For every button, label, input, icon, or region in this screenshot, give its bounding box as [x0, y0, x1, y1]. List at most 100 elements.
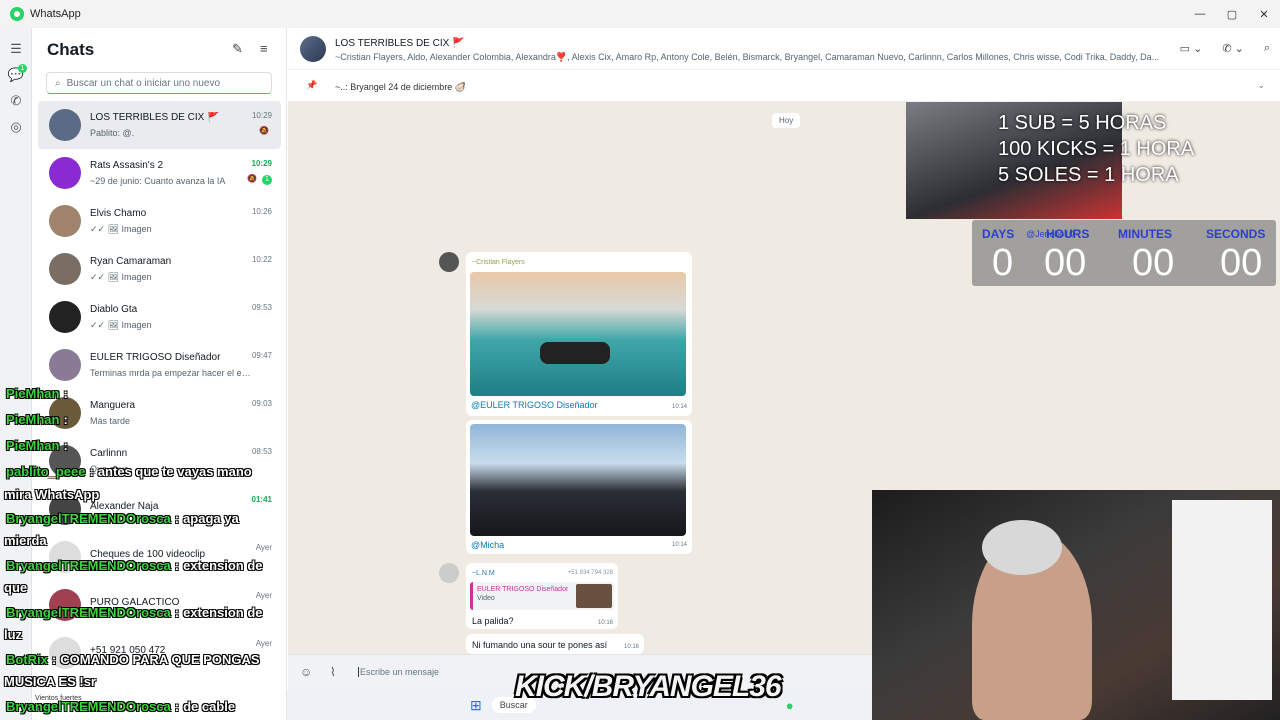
- chat-time: 10:26: [251, 207, 272, 216]
- chat-list-item[interactable]: EULER TRIGOSO Diseñador Terminas mrda pa …: [38, 341, 281, 389]
- message-image-jetski[interactable]: [470, 272, 686, 396]
- stream-chat-line: PieMhan:: [6, 438, 72, 453]
- stream-chat-user: BryangelTREMENDOrosca: [6, 511, 171, 526]
- pinned-message-bar[interactable]: 📌 ~..: Bryangel 24 de diciembre 🦪 ⌄: [288, 70, 1280, 102]
- chat-time: Ayer: [255, 639, 272, 648]
- start-icon[interactable]: ⊞: [470, 697, 482, 714]
- chat-list-item[interactable]: Elvis Chamo ✓✓ 🖼 Imagen 10:26: [38, 197, 281, 245]
- status-icon[interactable]: ◎: [0, 114, 32, 140]
- chat-avatar: [49, 205, 81, 237]
- stream-chat-user: BryangelTREMENDOrosca: [6, 558, 171, 573]
- chat-list-item[interactable]: Rats Assasin's 2 ~29 de junio: Cuanto ava…: [38, 149, 281, 197]
- stream-chat-separator: :: [63, 412, 68, 427]
- emoji-icon[interactable]: ☺: [300, 665, 312, 679]
- whatsapp-taskbar-icon[interactable]: ●: [786, 698, 794, 713]
- stream-chat-message: apaga ya: [183, 511, 239, 526]
- stream-chat-line: que: [4, 580, 27, 595]
- stream-chat-message: extension de: [183, 605, 263, 620]
- timer-value: 00: [1220, 242, 1263, 284]
- stream-chat-separator: :: [174, 605, 180, 620]
- chat-avatar: [49, 157, 81, 189]
- chat-list-item[interactable]: Diablo Gta ✓✓ 🖼 Imagen 09:53: [38, 293, 281, 341]
- chat-list: LOS TERRIBLES DE CIX 🚩 Pablito: @. 10:29 🔕 R…: [38, 101, 281, 677]
- goal-line: 5 SOLES = 1 HORA: [998, 164, 1179, 186]
- chat-list-item[interactable]: LOS TERRIBLES DE CIX 🚩 Pablito: @. 10:29 🔕: [38, 101, 281, 149]
- search-messages-icon[interactable]: ⌕: [1264, 42, 1270, 55]
- video-call-icon[interactable]: ▭ ⌄: [1180, 42, 1203, 55]
- stream-chat-separator: :: [174, 699, 180, 714]
- filter-icon[interactable]: ≡: [260, 41, 268, 56]
- message-mention[interactable]: @EULER TRIGOSO Diseñador: [471, 400, 688, 410]
- goal-line: 1 SUB = 5 HORAS: [998, 112, 1167, 134]
- menu-icon[interactable]: ☰: [0, 36, 32, 62]
- chevron-down-icon[interactable]: ⌄: [1257, 80, 1265, 91]
- timer-value: 0: [992, 242, 1014, 284]
- pin-icon: 📌: [306, 80, 318, 90]
- chat-preview: ✓✓ 🖼 Imagen: [90, 319, 152, 330]
- group-members: ~Cristian Flayers, Aldo, Alexander Colom…: [335, 52, 1160, 62]
- quoted-message[interactable]: EULER TRIGOSO Diseñador Video: [470, 582, 614, 610]
- timer-label: MINUTES: [1118, 227, 1172, 241]
- stream-chat-message: que: [4, 580, 28, 595]
- stream-chat-line: BryangelTREMENDOrosca: extension de: [6, 605, 263, 620]
- stream-chat-line: BryangelTREMENDOrosca: apaga ya: [6, 511, 239, 526]
- voice-call-icon[interactable]: ✆ ⌄: [1222, 42, 1244, 55]
- group-name[interactable]: LOS TERRIBLES DE CIX 🚩: [335, 38, 465, 49]
- stream-chat-user: BryangelTREMENDOrosca: [6, 699, 171, 714]
- unread-badge: 1: [262, 175, 272, 185]
- group-avatar[interactable]: [300, 36, 326, 62]
- chat-preview: Pablito: @.: [90, 128, 135, 138]
- maximize-button[interactable]: ▢: [1216, 0, 1248, 28]
- quote-thumbnail: [576, 584, 612, 608]
- stream-chat-separator: :: [63, 438, 68, 453]
- message-text: Ni fumando una sour te pones así: [472, 640, 608, 650]
- message-time: 10:16: [623, 644, 639, 650]
- stream-chat-message: COMANDO PARA QUE PONGAS: [60, 652, 260, 667]
- sender-avatar[interactable]: [439, 563, 459, 583]
- stream-chat-line: pablito_peee: antes que te vayas mano: [6, 464, 252, 479]
- title-bar: WhatsApp — ▢ ✕: [0, 0, 1280, 28]
- chat-preview: Más tarde: [90, 416, 131, 426]
- close-button[interactable]: ✕: [1248, 0, 1280, 28]
- chats-unread-badge: 1: [18, 64, 27, 73]
- muted-icon: 🔕: [259, 126, 269, 135]
- timer-value: 00: [1044, 242, 1087, 284]
- sender-phone: +51 934 794 328: [567, 570, 613, 576]
- chats-icon[interactable]: 💬 1: [0, 62, 32, 88]
- calls-icon[interactable]: ✆: [0, 88, 32, 114]
- new-chat-icon[interactable]: ✎: [232, 41, 243, 57]
- message-input[interactable]: Escribe un mensaje: [358, 667, 439, 677]
- message-mention[interactable]: @Micha: [471, 540, 688, 550]
- chat-avatar: [49, 109, 81, 141]
- chat-time: 08:53: [251, 447, 272, 456]
- message-image-cockpit[interactable]: [470, 424, 686, 536]
- stream-chat-line: MUSICA ES !sr: [4, 674, 96, 689]
- chat-time: 09:53: [251, 303, 272, 312]
- message-bubble: Ni fumando una sour te pones así 10:16: [466, 634, 644, 654]
- message-bubble: ~Cristian Flayers @EULER TRIGOSO Diseñad…: [466, 252, 692, 416]
- chat-time: 09:03: [251, 399, 272, 408]
- stream-chat-message: luz: [4, 627, 23, 642]
- stream-chat-user: PieMhan: [6, 386, 60, 401]
- search-placeholder: Buscar un chat o iniciar uno nuevo: [66, 77, 221, 89]
- chat-time: 10:29: [251, 111, 272, 120]
- chat-avatar: [49, 253, 81, 285]
- stream-chat-line: mira WhatsApp: [4, 487, 99, 502]
- chat-preview: ✓✓ 🖼 Imagen: [90, 223, 152, 234]
- chat-list-item[interactable]: Cheques de 100 videoclip Ayer: [38, 533, 281, 581]
- chat-header[interactable]: LOS TERRIBLES DE CIX 🚩 ~Cristian Flayers…: [288, 28, 1280, 70]
- pinned-text: ~..: Bryangel 24 de diciembre 🦪: [335, 82, 467, 92]
- timer-label: SECONDS: [1206, 227, 1266, 241]
- minimize-button[interactable]: —: [1184, 0, 1216, 28]
- message-bubble: ~L.N.M +51 934 794 328 EULER TRIGOSO Dis…: [466, 563, 618, 629]
- attach-icon[interactable]: ⌇: [330, 665, 336, 679]
- stream-chat-line: PieMhan:: [6, 386, 72, 401]
- day-divider: Hoy: [772, 113, 801, 128]
- muted-icon: 🔕: [247, 174, 257, 183]
- stream-chat-message: de cable: [183, 699, 236, 714]
- sender-avatar[interactable]: [439, 252, 459, 272]
- chat-list-item[interactable]: Manguera Más tarde 09:03: [38, 389, 281, 437]
- chat-list-item[interactable]: Ryan Camaraman ✓✓ 🖼 Imagen 10:22: [38, 245, 281, 293]
- message-time: 10:14: [671, 542, 687, 548]
- search-input[interactable]: ⌕ Buscar un chat o iniciar uno nuevo: [46, 72, 272, 94]
